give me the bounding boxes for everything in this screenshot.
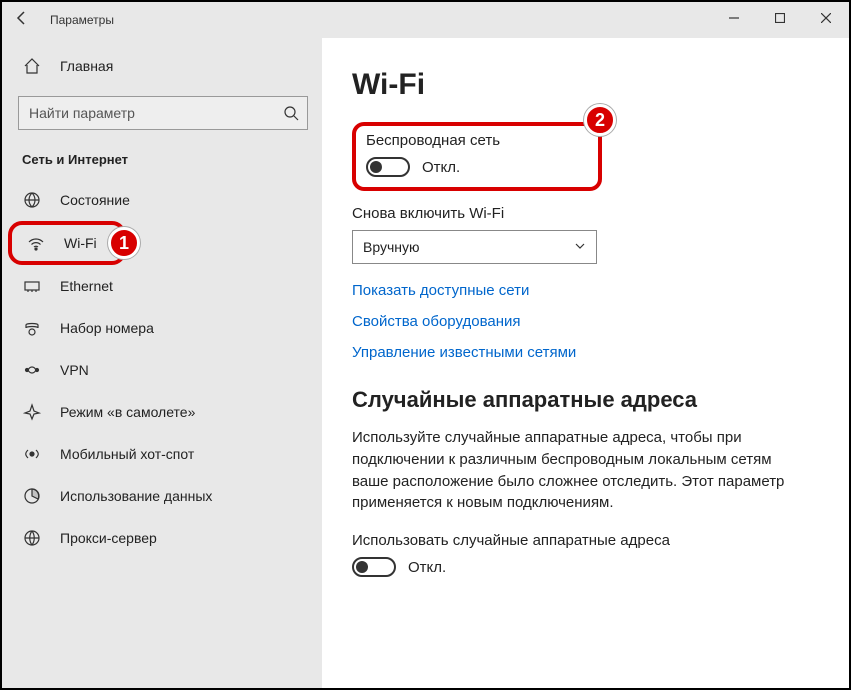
window-title: Параметры — [50, 13, 114, 27]
proxy-icon — [22, 528, 42, 548]
link-hardware-properties[interactable]: Свойства оборудования — [352, 313, 819, 330]
reenable-label: Снова включить Wi-Fi — [352, 205, 819, 222]
wireless-label: Беспроводная сеть — [366, 132, 588, 149]
content-pane: Wi-Fi Беспроводная сеть Откл. 2 Снова вк… — [322, 38, 849, 688]
random-hw-title: Случайные аппаратные адреса — [352, 387, 819, 413]
random-hw-state: Откл. — [408, 559, 446, 576]
sidebar-item-wifi[interactable]: Wi-Fi — [12, 225, 122, 261]
annotation-highlight-wireless: Беспроводная сеть Откл. 2 — [352, 122, 602, 191]
sidebar-item-ethernet[interactable]: Ethernet — [2, 265, 322, 307]
home-link[interactable]: Главная — [2, 44, 322, 88]
ethernet-icon — [22, 276, 42, 296]
link-show-networks[interactable]: Показать доступные сети — [352, 282, 819, 299]
sidebar-item-proxy[interactable]: Прокси-сервер — [2, 517, 322, 559]
home-icon — [22, 56, 42, 76]
airplane-icon — [22, 402, 42, 422]
vpn-icon — [22, 360, 42, 380]
sidebar-item-datausage[interactable]: Использование данных — [2, 475, 322, 517]
sidebar-item-label: Wi-Fi — [64, 235, 97, 251]
sidebar-item-label: Состояние — [60, 192, 130, 208]
back-button[interactable] — [2, 10, 42, 31]
wifi-icon — [26, 233, 46, 253]
reenable-value: Вручную — [363, 239, 420, 255]
random-hw-toggle[interactable] — [352, 557, 396, 577]
search-icon — [283, 105, 299, 126]
dialup-icon — [22, 318, 42, 338]
sidebar: Главная Сеть и Интернет Состояние Wi-Fi … — [2, 38, 322, 688]
titlebar: Параметры — [2, 2, 849, 38]
annotation-badge-1: 1 — [108, 227, 140, 259]
search-input[interactable] — [19, 105, 307, 121]
sidebar-item-label: Набор номера — [60, 320, 154, 336]
sidebar-item-airplane[interactable]: Режим «в самолете» — [2, 391, 322, 433]
search-input-wrap[interactable] — [18, 96, 308, 130]
window-controls — [711, 2, 849, 34]
sidebar-item-label: Мобильный хот-спот — [60, 446, 194, 462]
reenable-select[interactable]: Вручную — [352, 230, 597, 264]
link-known-networks[interactable]: Управление известными сетями — [352, 344, 819, 361]
sidebar-item-status[interactable]: Состояние — [2, 179, 322, 221]
maximize-button[interactable] — [757, 2, 803, 34]
page-title: Wi-Fi — [352, 68, 819, 102]
sidebar-item-label: Использование данных — [60, 488, 212, 504]
sidebar-item-vpn[interactable]: VPN — [2, 349, 322, 391]
hotspot-icon — [22, 444, 42, 464]
home-label: Главная — [60, 58, 113, 74]
section-label: Сеть и Интернет — [2, 136, 322, 179]
random-hw-description: Используйте случайные аппаратные адреса,… — [352, 427, 792, 514]
sidebar-item-label: Прокси-сервер — [60, 530, 157, 546]
datausage-icon — [22, 486, 42, 506]
chevron-down-icon — [574, 240, 586, 255]
sidebar-item-dialup[interactable]: Набор номера — [2, 307, 322, 349]
annotation-badge-2: 2 — [584, 104, 616, 136]
sidebar-item-label: Ethernet — [60, 278, 113, 294]
minimize-button[interactable] — [711, 2, 757, 34]
sidebar-item-label: VPN — [60, 362, 89, 378]
globe-icon — [22, 190, 42, 210]
wireless-state: Откл. — [422, 159, 460, 176]
annotation-highlight-wifi: Wi-Fi 1 — [8, 221, 126, 265]
random-hw-toggle-label: Использовать случайные аппаратные адреса — [352, 532, 819, 549]
sidebar-item-label: Режим «в самолете» — [60, 404, 195, 420]
close-button[interactable] — [803, 2, 849, 34]
sidebar-item-hotspot[interactable]: Мобильный хот-спот — [2, 433, 322, 475]
wireless-toggle[interactable] — [366, 157, 410, 177]
